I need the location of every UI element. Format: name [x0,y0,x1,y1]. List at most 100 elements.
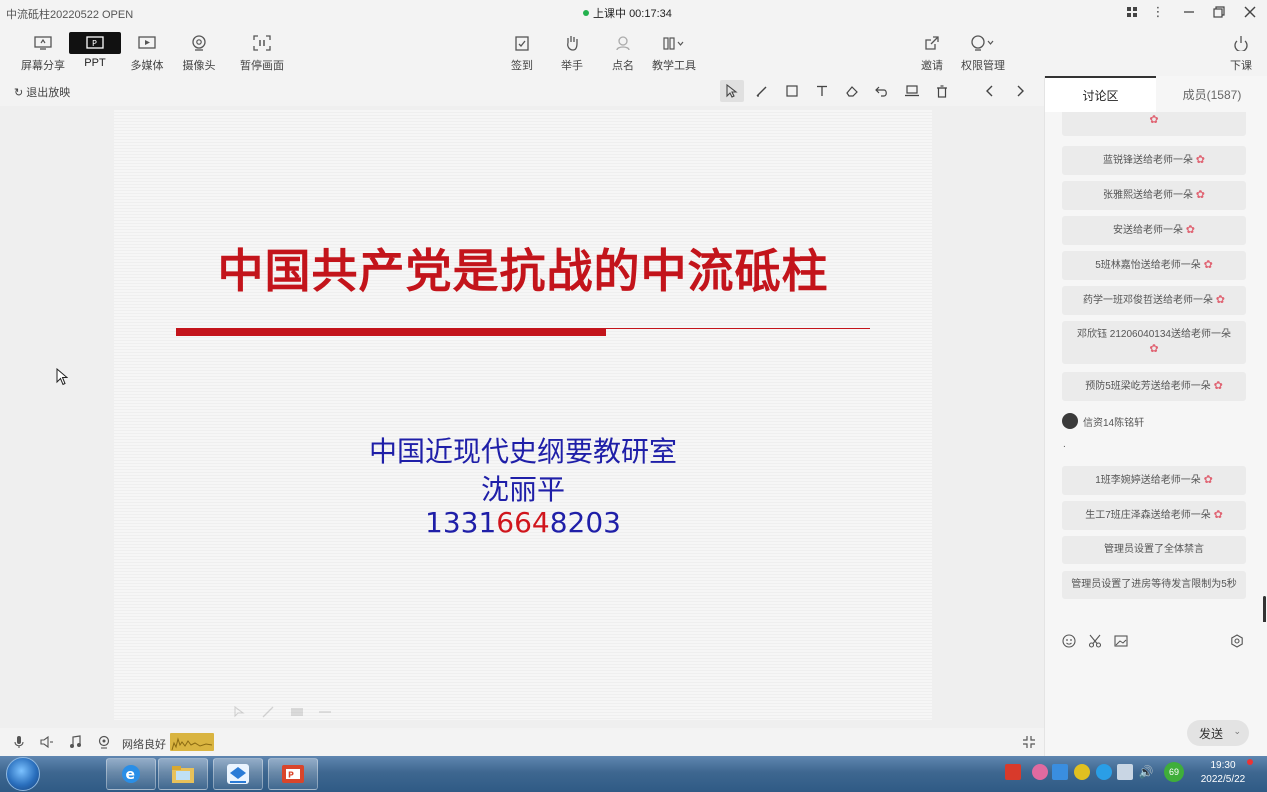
classroom-app-taskbar-button[interactable] [213,758,263,790]
avatar [1062,413,1078,429]
eraser-icon[interactable] [840,80,864,102]
more-icon[interactable]: ⋮ [1147,3,1169,21]
svg-text:e: e [126,767,136,783]
folder-icon [172,766,194,783]
exit-show-label: 退出放映 [26,87,71,99]
multimedia-button[interactable]: 多媒体 [121,32,173,74]
restore-icon[interactable] [1208,3,1230,21]
class-status: 上课中 00:17:34 [583,5,672,21]
volume-icon[interactable]: 🔊 [1138,764,1154,780]
scissors-icon[interactable] [1086,632,1104,650]
pause-screen-button[interactable]: 暂停画面 [236,32,288,74]
sign-in-button[interactable]: 签到 [496,32,548,74]
chat-message-text: 预防5班梁屹芳送给老师一朵 [1085,381,1211,392]
pointer-icon[interactable] [720,80,744,102]
text-icon[interactable] [810,80,834,102]
trash-icon[interactable] [930,80,954,102]
bottom-status-bar: 网络良好 [0,728,1044,756]
raise-hand-button[interactable]: 举手 [546,32,598,74]
flower-icon: ✿ [1203,474,1213,486]
ime-icon[interactable] [1005,764,1021,780]
pen-icon[interactable] [750,80,774,102]
chat-messages[interactable]: ✿ 蓝锐锋送给老师一朵 ✿ 张雅熙送给老师一朵 ✿ 安送给老师一朵 ✿ 5班林嘉… [1045,112,1267,622]
chat-input-tools [1045,628,1267,654]
presentation-toolbar: ↻ 退出放映 [0,76,1044,106]
location-icon[interactable] [96,734,112,750]
tray-badge[interactable]: 69 [1164,762,1184,782]
system-message-text: 管理员设置了全体禁言 [1104,544,1204,555]
network-tray-icon[interactable] [1117,764,1133,780]
slide-phone: 13316648203 [114,506,932,539]
chat-message: 生工7班庄泽森送给老师一朵 ✿ [1062,501,1246,530]
laptop-icon[interactable] [900,80,924,102]
speaker-icon[interactable] [39,734,55,750]
roll-call-button[interactable]: 点名 [597,32,649,74]
prev-slide-icon[interactable] [978,80,1002,102]
teaching-tools-label: 教学工具 [652,60,696,72]
undo-icon[interactable] [870,80,894,102]
rectangle-icon[interactable] [780,80,804,102]
screen-share-button[interactable]: 屏幕分享 [17,32,69,74]
start-button[interactable] [6,757,40,791]
ie-taskbar-button[interactable]: e [106,758,156,790]
title-underline-thick [176,328,606,336]
image-icon[interactable] [1112,632,1130,650]
settings-icon[interactable] [1228,632,1246,650]
chat-message-text: 药学一班邓俊哲送给老师一朵 [1083,295,1213,306]
tab-discussion[interactable]: 讨论区 [1045,76,1156,112]
security-tray-icon[interactable] [1074,764,1090,780]
presentation-stage: 中国共产党是抗战的中流砥柱 中国近现代史纲要教研室 沈丽平 1331664820… [0,106,1044,728]
invite-button[interactable]: 邀请 [906,32,958,74]
send-button[interactable]: 发送 ⌄ [1187,720,1249,746]
emoji-icon[interactable] [1060,632,1078,650]
ppt-button[interactable]: P PPT [69,32,121,74]
close-icon[interactable] [1239,3,1261,21]
flower-icon: ✿ [1215,294,1225,306]
flower-icon: ✿ [1195,189,1205,201]
next-slide-icon[interactable] [1008,80,1032,102]
end-class-button[interactable]: 下课 [1215,32,1267,74]
refresh-icon: ↻ [14,87,24,99]
chat-scrollbar[interactable] [1263,596,1266,622]
chat-message-text: 安送给老师一朵 [1113,225,1183,236]
chat-message: 5班林嘉怡送给老师一朵 ✿ [1062,251,1246,280]
minimize-icon[interactable] [1178,3,1200,21]
exit-fullscreen-icon[interactable] [1021,734,1037,750]
chat-message: 邓欣钰 21206040134送给老师一朵 ✿ [1062,321,1246,364]
slide-department: 中国近现代史纲要教研室 [368,435,677,468]
hand-icon [564,32,580,54]
phone-part3: 8203 [549,506,621,539]
end-class-label: 下课 [1230,60,1252,72]
grid-icon[interactable] [1121,3,1143,21]
multimedia-label: 多媒体 [130,60,164,72]
slide-presenter-name: 沈丽平 [480,473,565,506]
browser-tray-icon[interactable] [1096,764,1112,780]
chevron-down-icon[interactable]: ⌄ [1233,726,1241,737]
camera-icon [191,32,207,54]
camera-button[interactable]: 摄像头 [173,32,225,74]
microphone-icon[interactable] [11,734,27,750]
user-icon [615,32,631,54]
chat-message: 1班李婉婷送给老师一朵 ✿ [1062,466,1246,495]
chat-message-text: 蓝锐锋送给老师一朵 [1103,155,1193,166]
ppt-icon: P [69,32,121,54]
permissions-label: 权限管理 [961,60,1005,72]
powerpoint-taskbar-button[interactable]: P [268,758,318,790]
main-toolbar: 屏幕分享 P PPT 多媒体 摄像头 暂停画面 签到 举手 点名 教学工具 邀请… [0,26,1267,76]
chat-user-row: 信资14陈铭轩 [1062,413,1144,429]
tab-members[interactable]: 成员(1587) [1156,76,1267,112]
slide-overlay-tools[interactable] [234,706,332,718]
screen-share-icon [34,32,52,54]
chat-message-text: 1班李婉婷送给老师一朵 [1095,475,1201,486]
explorer-taskbar-button[interactable] [158,758,208,790]
phone-part1: 1331 [425,506,497,539]
permissions-button[interactable]: 权限管理 [957,32,1009,74]
flower-tray-icon[interactable] [1032,764,1048,780]
slide-title: 中国共产党是抗战的中流砥柱 [217,244,829,298]
teaching-tools-button[interactable]: 教学工具 [648,32,700,74]
flower-icon: ✿ [1213,380,1223,392]
system-clock[interactable]: 19:30 2022/5/22 [1192,759,1254,787]
app-tray-icon[interactable] [1052,764,1068,780]
music-icon[interactable] [67,734,83,750]
exit-show-button[interactable]: ↻ 退出放映 [14,84,70,100]
